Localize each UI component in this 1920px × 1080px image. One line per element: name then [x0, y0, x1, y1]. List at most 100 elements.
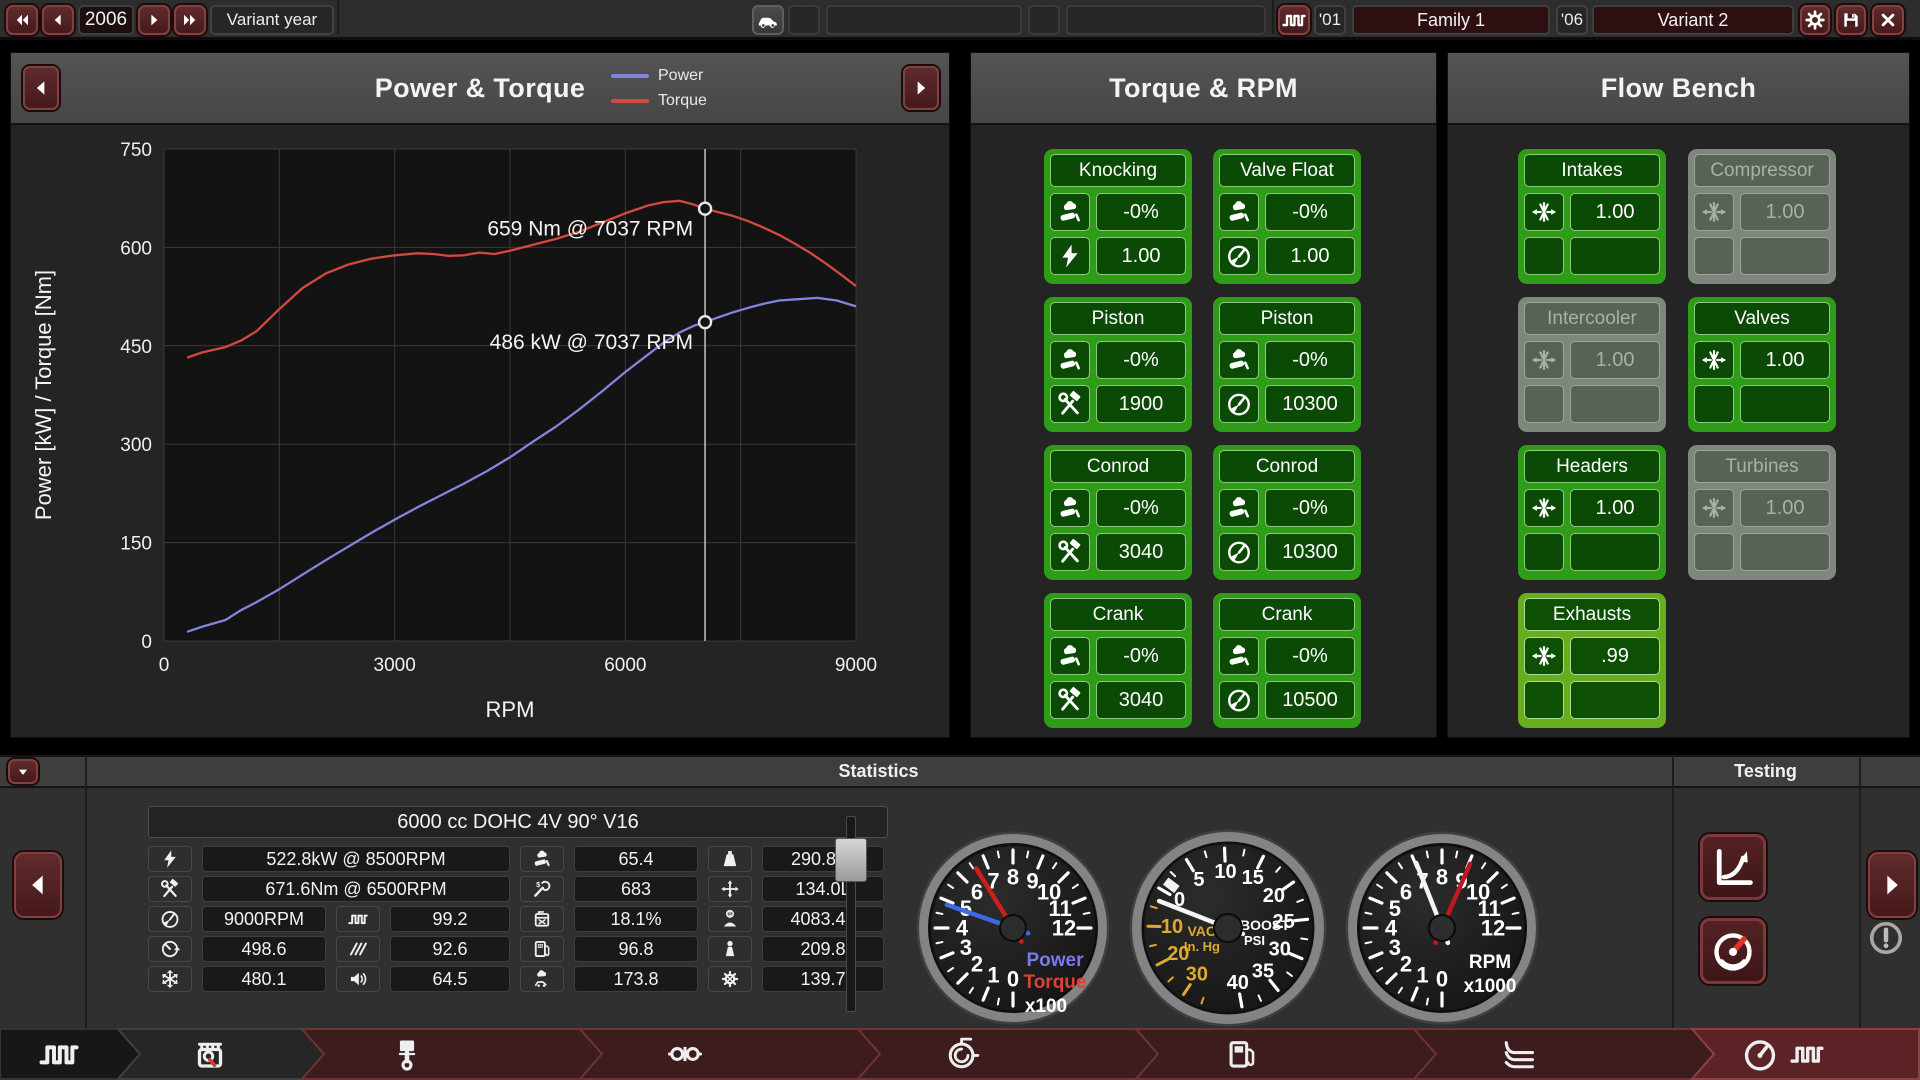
svg-text:6: 6	[971, 879, 983, 904]
flow-bench-title: Flow Bench	[1601, 73, 1757, 104]
torque-icon	[160, 879, 180, 899]
car-model-field[interactable]	[826, 5, 1022, 35]
svg-text:1: 1	[987, 963, 999, 988]
svg-text:0: 0	[1007, 967, 1019, 992]
svg-text:35: 35	[1252, 961, 1274, 983]
headers-value: 1.00	[1570, 489, 1660, 527]
tools-icon-tile	[1050, 385, 1090, 423]
last-year-button[interactable]	[174, 5, 206, 35]
flow-icon	[1701, 495, 1727, 521]
dyno-annotation: 659 Nm @ 7037 RPM	[487, 218, 693, 241]
car-icon	[757, 9, 779, 31]
smoothness-icon	[336, 936, 380, 962]
flow-icon-tile	[1524, 193, 1564, 231]
run-test-button[interactable]	[1700, 918, 1766, 984]
next-year-button[interactable]	[138, 5, 170, 35]
dimensions-icon	[708, 876, 752, 902]
conrod-torque-box: Conrod-0%3040	[1044, 445, 1192, 580]
family-name-box[interactable]: Family 1	[1352, 5, 1550, 35]
loudness-icon	[336, 966, 380, 992]
left-icon	[24, 871, 52, 899]
nav-aspiration[interactable]	[858, 1028, 1158, 1080]
stat-value-4-emissions-icon: 173.8	[574, 966, 698, 992]
trim-year-field[interactable]	[1028, 5, 1060, 35]
prev-year-button[interactable]	[42, 5, 74, 35]
knock-icon-tile	[1050, 341, 1090, 379]
flow-icon	[1531, 347, 1557, 373]
intercooler-value	[1570, 385, 1660, 423]
statistics-label: Statistics	[85, 755, 1672, 788]
variant-year-value[interactable]: 2006	[78, 5, 134, 35]
nav-exhaust[interactable]	[1414, 1028, 1714, 1080]
variant-name-box[interactable]: Variant 2	[1592, 5, 1794, 35]
crank-value: 3040	[1096, 681, 1186, 719]
power-icon	[160, 849, 180, 869]
car-year-field[interactable]	[788, 5, 820, 35]
svg-text:750: 750	[120, 140, 152, 161]
engine-manager-button[interactable]	[1278, 5, 1310, 35]
empty-tile	[1524, 533, 1564, 571]
octane-icon: 91	[532, 939, 552, 959]
power-torque-panel: Power & Torque PowerTorque 0150300450600…	[10, 52, 950, 738]
valve-float-title: Valve Float	[1219, 154, 1355, 187]
prev-page-button[interactable]	[14, 852, 62, 918]
torque-rpm-header: Torque & RPM	[971, 53, 1436, 125]
svg-text:$: $	[728, 911, 732, 918]
settings-button[interactable]	[1800, 5, 1830, 35]
svg-text:30: 30	[1269, 938, 1291, 960]
first-year-button[interactable]	[6, 5, 38, 35]
collapse-button[interactable]	[8, 759, 38, 784]
dyno-marker	[699, 203, 711, 215]
next-page-button[interactable]	[1868, 852, 1916, 918]
chart-legend: PowerTorque	[611, 67, 707, 110]
variant-year-box[interactable]: '06	[1556, 5, 1588, 35]
bottom-section: Statistics Testing 6000 cc DOHC 4V 90° V…	[0, 755, 1920, 1028]
svg-text:$: $	[536, 880, 541, 889]
trim-name-field[interactable]	[1066, 5, 1266, 35]
knock-icon	[532, 849, 552, 869]
knock-icon-tile	[1050, 637, 1090, 675]
knock-icon	[520, 846, 564, 872]
variant-year-selector[interactable]: Variant year	[210, 5, 334, 35]
car-button[interactable]	[752, 5, 784, 35]
svg-text:3000: 3000	[374, 655, 416, 676]
nav-bottom-end[interactable]	[580, 1028, 880, 1080]
power-icon	[148, 846, 192, 872]
flow-icon-tile	[1524, 637, 1564, 675]
empty-tile	[1524, 385, 1564, 423]
piston-rpm-box: Piston-0%10300	[1213, 297, 1361, 432]
close-button[interactable]	[1872, 5, 1904, 35]
family-year-box[interactable]: '01	[1314, 5, 1346, 35]
intakes-value: 1.00	[1570, 193, 1660, 231]
svg-text:0: 0	[141, 632, 152, 653]
economy-icon	[520, 906, 564, 932]
octane-icon: 91	[520, 936, 564, 962]
knocking-torque-box: Knocking-0%1.00	[1044, 149, 1192, 284]
dyno-graph-button[interactable]	[1700, 834, 1766, 900]
power-torque-header: Power & Torque	[11, 53, 949, 125]
flow-icon-tile	[1694, 489, 1734, 527]
legend-swatch	[611, 74, 649, 78]
save-icon	[1841, 10, 1861, 30]
test-slider-handle[interactable]	[835, 838, 867, 882]
chart-prev-button[interactable]	[23, 66, 59, 110]
exhausts-title: Exhausts	[1524, 598, 1660, 631]
piston-torque-box: Piston-0%1900	[1044, 297, 1192, 432]
cooling-icon	[148, 966, 192, 992]
warning-info-icon[interactable]	[1868, 920, 1904, 956]
torque-rpm-title: Torque & RPM	[1109, 73, 1298, 104]
nav-fuel-system[interactable]	[1136, 1028, 1436, 1080]
save-button[interactable]	[1836, 5, 1866, 35]
nav-top-end[interactable]	[302, 1028, 602, 1080]
knock-icon-tile	[1219, 193, 1259, 231]
chart-next-button[interactable]	[903, 66, 939, 110]
flow-icon	[1531, 643, 1557, 669]
legend-swatch	[611, 99, 649, 103]
smoothness-icon	[348, 939, 368, 959]
knock-icon-tile	[1219, 489, 1259, 527]
double-left-icon	[13, 11, 31, 29]
svg-text:10: 10	[1214, 861, 1236, 883]
intercooler-box: Intercooler1.00	[1518, 297, 1666, 432]
knock-icon-tile	[1219, 341, 1259, 379]
reliability-icon	[336, 906, 380, 932]
